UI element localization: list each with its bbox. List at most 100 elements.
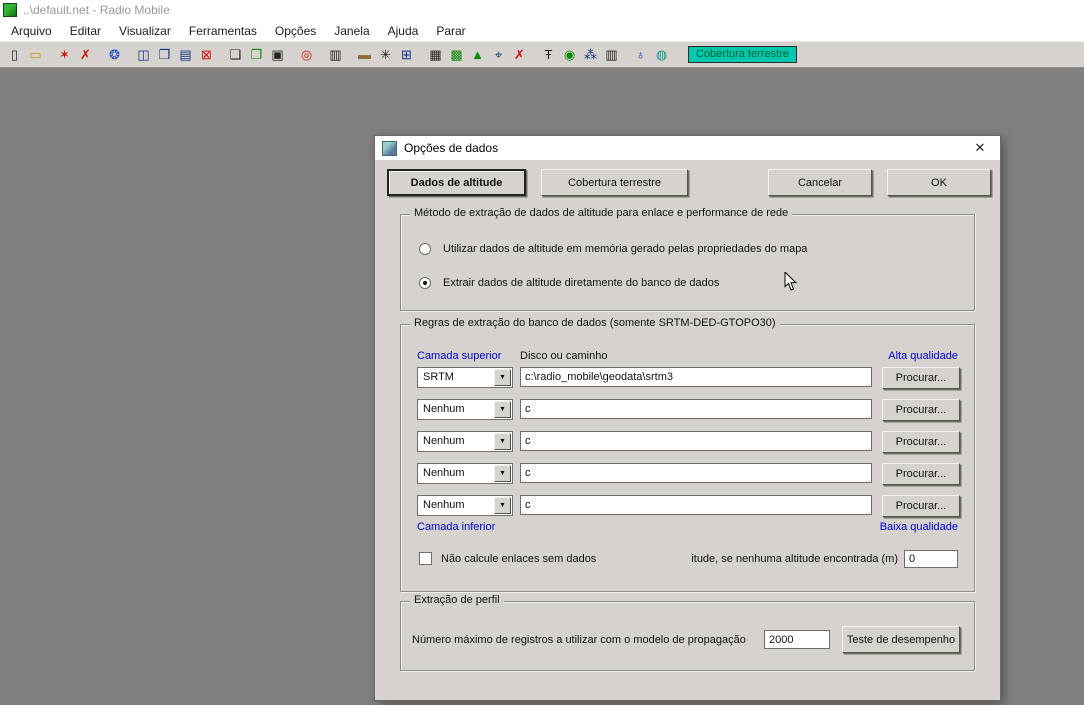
radio-database[interactable] bbox=[419, 277, 431, 289]
path-input-5[interactable] bbox=[520, 495, 872, 515]
new-network-icon[interactable]: ▯ bbox=[4, 45, 25, 65]
path-input-2[interactable] bbox=[520, 399, 872, 419]
layer-select-3-value: Nenhum bbox=[423, 435, 465, 447]
radio-memory[interactable] bbox=[419, 243, 431, 255]
fence-icon[interactable]: ▥ bbox=[601, 45, 622, 65]
save-picture-icon[interactable]: ▤ bbox=[175, 45, 196, 65]
ruler-icon[interactable]: ▬ bbox=[354, 45, 375, 65]
default-altitude-label: itude, se nenhuma altitude encontrada (m… bbox=[691, 553, 898, 565]
target-icon[interactable]: ◎ bbox=[296, 45, 317, 65]
radio-database-label: Extrair dados de altitude diretamente do… bbox=[443, 277, 720, 289]
layer-select-5[interactable]: Nenhum ▼ bbox=[417, 495, 513, 516]
toolbar-separator bbox=[346, 45, 354, 65]
chevron-down-icon[interactable]: ▼ bbox=[494, 497, 511, 514]
performance-test-button[interactable]: Teste de desempenho bbox=[842, 626, 960, 653]
extraction-row-1: SRTM ▼ Procurar... bbox=[401, 367, 974, 389]
radio-memory-label: Utilizar dados de altitude em memória ge… bbox=[443, 243, 808, 255]
menu-visualizar[interactable]: Visualizar bbox=[110, 22, 180, 40]
profile-group: Extração de perfil Número máximo de regi… bbox=[400, 594, 975, 671]
method-group-legend: Método de extração de dados de altitude … bbox=[410, 207, 793, 219]
new-window-icon[interactable]: ❐ bbox=[154, 45, 175, 65]
tab-elevation-data[interactable]: Dados de altitude bbox=[387, 169, 526, 196]
layer-select-1-value: SRTM bbox=[423, 371, 454, 383]
best-site-icon[interactable]: ◉ bbox=[559, 45, 580, 65]
data-options-dialog: Opções de dados ✕ Dados de altitude Cobe… bbox=[374, 135, 1001, 701]
tab-land-cover[interactable]: Cobertura terrestre bbox=[541, 169, 688, 196]
path-input-3[interactable] bbox=[520, 431, 872, 451]
path-column-label: Disco ou caminho bbox=[520, 350, 608, 362]
legend-icon[interactable]: ▥ bbox=[325, 45, 346, 65]
toolbar-separator bbox=[530, 45, 538, 65]
chevron-down-icon[interactable]: ▼ bbox=[494, 465, 511, 482]
route-icon[interactable]: ▲ bbox=[467, 45, 488, 65]
browse-button-1[interactable]: Procurar... bbox=[882, 367, 960, 389]
menu-ajuda[interactable]: Ajuda bbox=[379, 22, 428, 40]
mouse-cursor bbox=[784, 270, 798, 297]
high-quality-label: Alta qualidade bbox=[888, 350, 958, 362]
menu-opcoes[interactable]: Opções bbox=[266, 22, 325, 40]
copy-icon[interactable]: ❏ bbox=[225, 45, 246, 65]
menu-parar[interactable]: Parar bbox=[427, 22, 474, 40]
path-input-1[interactable] bbox=[520, 367, 872, 387]
window-titlebar[interactable]: ..\default.net - Radio Mobile bbox=[0, 0, 1084, 20]
method-group: Método de extração de dados de altitude … bbox=[400, 207, 975, 311]
paste-icon[interactable]: ▣ bbox=[267, 45, 288, 65]
menu-arquivo[interactable]: Arquivo bbox=[2, 22, 61, 40]
layer-select-3[interactable]: Nenhum ▼ bbox=[417, 431, 513, 452]
browse-button-2[interactable]: Procurar... bbox=[882, 399, 960, 421]
toolbar-separator bbox=[622, 45, 630, 65]
cancel-button[interactable]: Cancelar bbox=[768, 169, 872, 196]
geodata-icon[interactable]: ◍ bbox=[651, 45, 672, 65]
chevron-down-icon[interactable]: ▼ bbox=[494, 433, 511, 450]
grid-edit-icon[interactable]: ⊞ bbox=[396, 45, 417, 65]
toolbar-separator bbox=[96, 45, 104, 65]
browse-button-5[interactable]: Procurar... bbox=[882, 495, 960, 517]
copy-add-icon[interactable]: ❐ bbox=[246, 45, 267, 65]
layer-select-2[interactable]: Nenhum ▼ bbox=[417, 399, 513, 420]
antenna-pattern-icon[interactable]: ✳ bbox=[375, 45, 396, 65]
open-network-icon[interactable]: ▭ bbox=[25, 45, 46, 65]
layer-select-4[interactable]: Nenhum ▼ bbox=[417, 463, 513, 484]
delete-coverage-icon[interactable]: ✗ bbox=[509, 45, 530, 65]
menu-ferramentas[interactable]: Ferramentas bbox=[180, 22, 266, 40]
dialog-titlebar[interactable]: Opções de dados ✕ bbox=[375, 136, 1000, 160]
menu-editar[interactable]: Editar bbox=[61, 22, 110, 40]
extraction-row-4: Nenhum ▼ Procurar... bbox=[401, 463, 974, 485]
ok-button[interactable]: OK bbox=[887, 169, 991, 196]
top-layer-label: Camada superior bbox=[417, 350, 502, 362]
browse-button-4[interactable]: Procurar... bbox=[882, 463, 960, 485]
selection-icon[interactable]: ⌖ bbox=[488, 45, 509, 65]
antenna-icon[interactable]: Ŧ bbox=[538, 45, 559, 65]
chevron-down-icon[interactable]: ▼ bbox=[494, 401, 511, 418]
frame-icon[interactable]: ▦ bbox=[425, 45, 446, 65]
dialog-icon bbox=[382, 140, 397, 156]
networks-icon[interactable]: ✶ bbox=[54, 45, 75, 65]
world-map-icon[interactable]: ♁ bbox=[630, 45, 651, 65]
path-input-4[interactable] bbox=[520, 463, 872, 483]
layer-select-4-value: Nenhum bbox=[423, 467, 465, 479]
no-links-checkbox[interactable] bbox=[419, 552, 432, 565]
close-icon[interactable]: ✕ bbox=[964, 137, 996, 159]
interference-icon[interactable]: ⁂ bbox=[580, 45, 601, 65]
profile-group-legend: Extração de perfil bbox=[410, 594, 504, 606]
chevron-down-icon[interactable]: ▼ bbox=[494, 369, 511, 386]
rules-group-legend: Regras de extração do banco de dados (so… bbox=[410, 317, 780, 329]
layer-select-1[interactable]: SRTM ▼ bbox=[417, 367, 513, 388]
rules-group: Regras de extração do banco de dados (so… bbox=[400, 317, 975, 592]
default-altitude-input[interactable] bbox=[904, 550, 958, 568]
layer-select-2-value: Nenhum bbox=[423, 403, 465, 415]
layer-select-5-value: Nenhum bbox=[423, 499, 465, 511]
compass-icon[interactable]: ❂ bbox=[104, 45, 125, 65]
max-records-input[interactable] bbox=[764, 630, 830, 649]
tile-windows-icon[interactable]: ◫ bbox=[133, 45, 154, 65]
extraction-row-5: Nenhum ▼ Procurar... bbox=[401, 495, 974, 517]
delete-unit-icon[interactable]: ✗ bbox=[75, 45, 96, 65]
extraction-row-3: Nenhum ▼ Procurar... bbox=[401, 431, 974, 453]
toolbar-separator bbox=[417, 45, 425, 65]
close-window-icon[interactable]: ⊠ bbox=[196, 45, 217, 65]
toolbar: ▯ ▭ ✶ ✗ ❂ ◫ ❐ ▤ ⊠ ❏ ❐ ▣ ◎ ▥ ▬ ✳ ⊞ ▦ ▩ ▲ … bbox=[0, 41, 1084, 68]
menu-janela[interactable]: Janela bbox=[325, 22, 378, 40]
browse-button-3[interactable]: Procurar... bbox=[882, 431, 960, 453]
coverage-icon[interactable]: ▩ bbox=[446, 45, 467, 65]
dialog-title: Opções de dados bbox=[404, 141, 499, 155]
